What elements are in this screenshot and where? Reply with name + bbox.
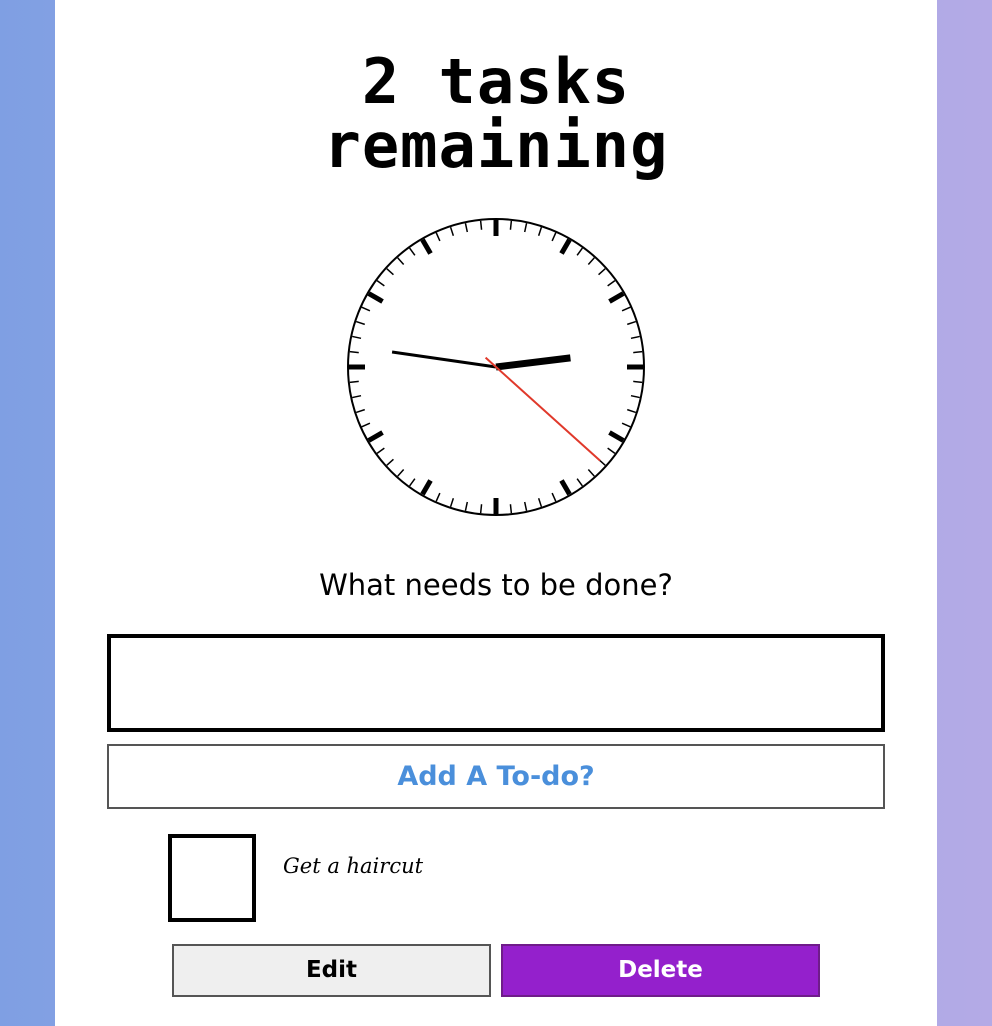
list-item: Get a haircut [55, 832, 937, 932]
todo-prompt: What needs to be done? [319, 568, 673, 602]
analog-clock-icon [345, 216, 647, 518]
delete-button[interactable]: Delete [501, 944, 820, 997]
add-todo-button[interactable]: Add A To-do? [107, 744, 885, 809]
todo-text: Get a haircut [283, 854, 424, 878]
clock-minute-tick [509, 504, 513, 514]
todo-checkbox[interactable] [168, 834, 256, 922]
clock-minute-tick [633, 350, 643, 354]
clock-minute-tick [479, 504, 483, 514]
todo-card: 2 tasks remaining What needs to be done?… [55, 0, 937, 1026]
title-line-count: 2 tasks [361, 45, 631, 118]
todo-input[interactable] [107, 634, 885, 732]
clock-face [347, 218, 645, 516]
page-title: 2 tasks remaining [55, 50, 937, 178]
clock-minute-tick [509, 220, 513, 230]
clock-minute-tick [349, 380, 359, 384]
edit-button[interactable]: Edit [172, 944, 491, 997]
clock-minute-tick [479, 220, 483, 230]
clock-minute-tick [349, 350, 359, 354]
title-line-remaining: remaining [323, 109, 669, 182]
clock-minute-tick [633, 380, 643, 384]
